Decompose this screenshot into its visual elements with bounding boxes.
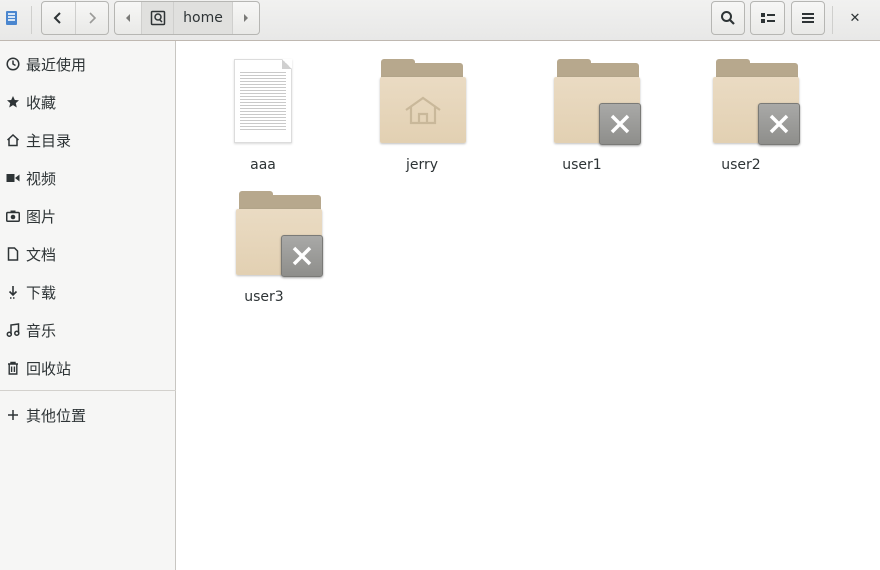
- file-name: user2: [721, 157, 761, 173]
- home-folder-icon: [377, 59, 467, 149]
- path-scroll-left-button[interactable]: [115, 2, 141, 34]
- sidebar-item-label: 视频: [26, 169, 57, 188]
- folder-no-access-icon: [696, 59, 800, 149]
- sidebar-item-label: 下载: [26, 283, 57, 302]
- path-scroll-right-button[interactable]: [233, 2, 259, 34]
- music-icon: [0, 323, 26, 337]
- header-separator: [31, 6, 32, 34]
- sidebar-item-starred[interactable]: 收藏: [0, 83, 176, 121]
- go-forward-icon: [89, 12, 97, 24]
- folder-no-access-icon: [219, 191, 323, 281]
- view-toggle-button[interactable]: [750, 1, 785, 35]
- path-bar: home: [114, 1, 260, 35]
- path-home-button[interactable]: home: [173, 2, 233, 34]
- back-button[interactable]: [42, 2, 75, 34]
- recent-icon: [0, 57, 26, 71]
- folder-item[interactable]: user2: [681, 59, 801, 173]
- files-app-icon: [6, 11, 17, 25]
- disk-root-icon: [150, 10, 165, 26]
- file-name: jerry: [405, 157, 439, 173]
- sidebar-item-recent[interactable]: 最近使用: [0, 45, 176, 83]
- menu-button[interactable]: [791, 1, 825, 35]
- star-icon: [0, 95, 26, 109]
- path-scroll-left-icon: [126, 14, 130, 22]
- download-icon: [0, 285, 26, 299]
- header-separator: [832, 6, 833, 34]
- search-button[interactable]: [711, 1, 745, 35]
- sidebar-item-videos[interactable]: 视频: [0, 159, 176, 197]
- sidebar-item-label: 音乐: [26, 321, 57, 340]
- history-nav-group: [41, 1, 109, 35]
- sidebar-item-documents[interactable]: 文档: [0, 235, 176, 273]
- sidebar-item-label: 图片: [26, 207, 57, 226]
- home-icon: [0, 133, 26, 147]
- sidebar-item-label: 收藏: [26, 93, 57, 112]
- path-scroll-right-icon: [244, 14, 248, 22]
- sidebar-item-music[interactable]: 音乐: [0, 311, 176, 349]
- file-name: aaa: [250, 157, 276, 173]
- text-document-icon: [218, 59, 308, 149]
- go-back-icon: [54, 12, 62, 24]
- sidebar-item-home[interactable]: 主目录: [0, 121, 176, 159]
- header-bar: home ✕: [0, 0, 880, 41]
- sidebar-divider: [0, 390, 176, 391]
- folder-no-access-icon: [537, 59, 641, 149]
- view-list-icon: [760, 13, 775, 23]
- sidebar-item-label: 其他位置: [26, 406, 87, 425]
- path-root-button[interactable]: [141, 2, 173, 34]
- sidebar-item-label: 文档: [26, 245, 57, 264]
- close-button[interactable]: ✕: [840, 4, 870, 32]
- file-name: user1: [562, 157, 602, 173]
- sidebar-item-pictures[interactable]: 图片: [0, 197, 176, 235]
- close-icon: ✕: [849, 10, 861, 26]
- plus-icon: [0, 409, 26, 421]
- file-grid: aaa jerry user1 user2 user3: [177, 41, 880, 570]
- camera-icon: [0, 210, 26, 222]
- sidebar-item-label: 最近使用: [26, 55, 87, 74]
- video-icon: [0, 172, 26, 184]
- folder-item[interactable]: user3: [204, 191, 324, 305]
- document-icon: [0, 247, 26, 261]
- file-item[interactable]: aaa: [203, 59, 323, 173]
- sidebar-item-label: 主目录: [26, 131, 72, 150]
- trash-icon: [0, 361, 26, 375]
- folder-item[interactable]: user1: [522, 59, 642, 173]
- sidebar: 最近使用 收藏 主目录 视频 图片 文档 下载 音乐 回收站 其他位置: [0, 41, 176, 570]
- sidebar-item-trash[interactable]: 回收站: [0, 349, 176, 387]
- sidebar-item-label: 回收站: [26, 359, 72, 378]
- search-icon: [721, 11, 735, 25]
- file-name: user3: [244, 289, 284, 305]
- sidebar-item-downloads[interactable]: 下载: [0, 273, 176, 311]
- menu-icon: [802, 13, 814, 23]
- sidebar-item-other-locations[interactable]: 其他位置: [0, 396, 176, 434]
- folder-item[interactable]: jerry: [362, 59, 482, 173]
- forward-button[interactable]: [74, 2, 108, 34]
